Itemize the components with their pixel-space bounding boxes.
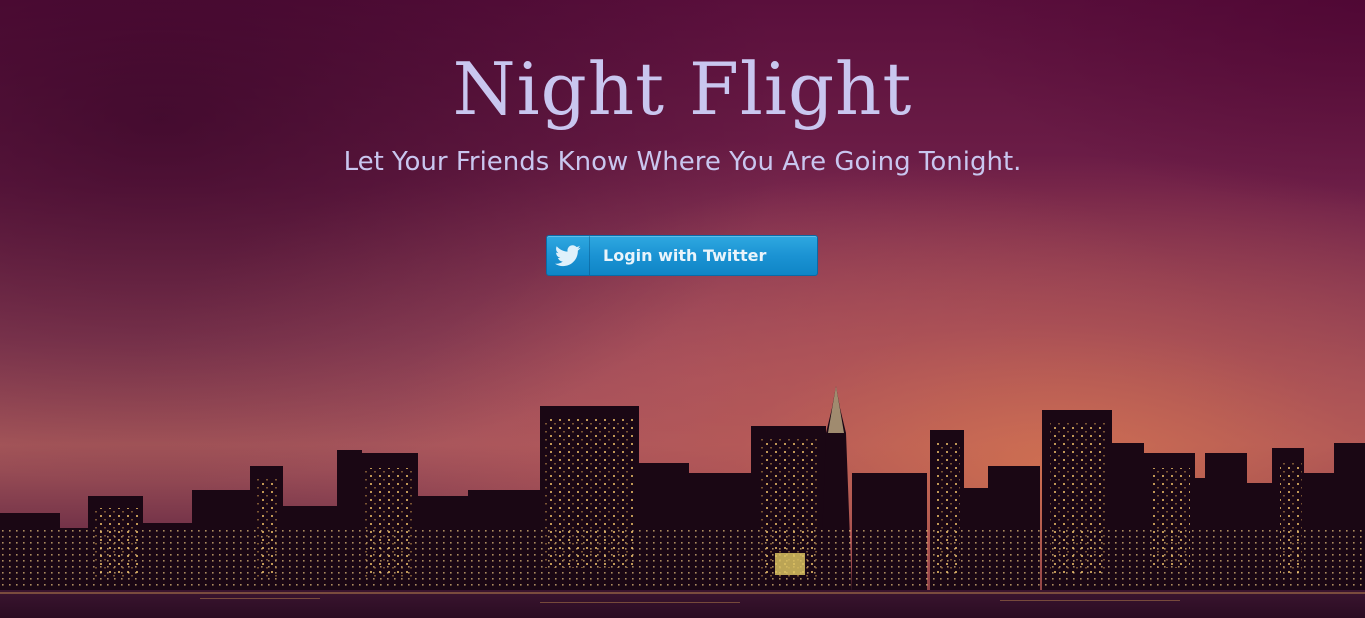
twitter-bird-icon: [547, 236, 590, 275]
login-with-twitter-button[interactable]: Login with Twitter: [546, 235, 818, 276]
page-title: Night Flight: [452, 47, 913, 131]
city-skyline-background: [0, 386, 1365, 618]
login-button-label: Login with Twitter: [603, 246, 767, 265]
page-subtitle: Let Your Friends Know Where You Are Goin…: [343, 147, 1022, 178]
spire-highlight: [828, 386, 844, 433]
hero-content: Night Flight Let Your Friends Know Where…: [0, 0, 1365, 178]
hero-section: Night Flight Let Your Friends Know Where…: [0, 0, 1365, 618]
